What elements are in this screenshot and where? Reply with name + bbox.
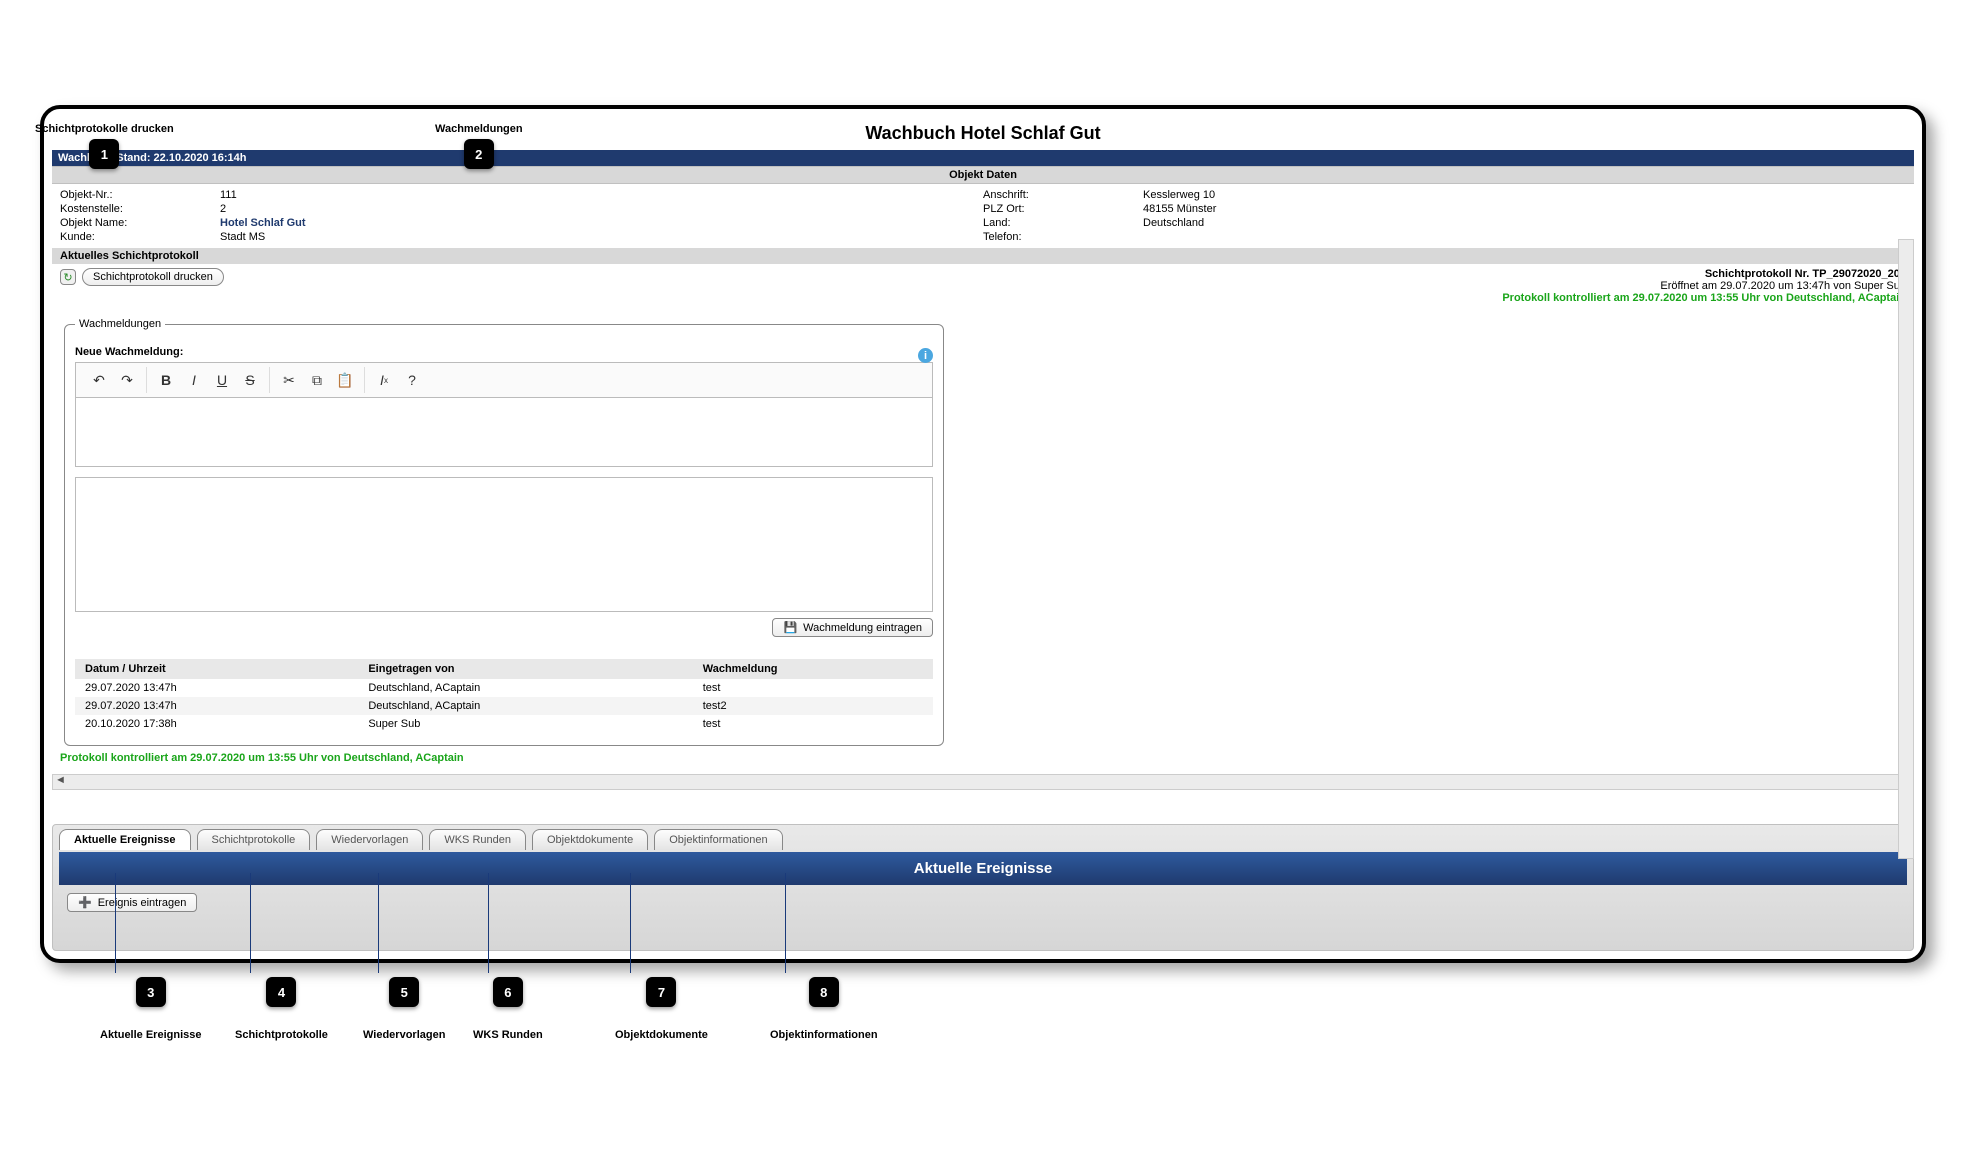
callout-5: 5 Wiedervorlagen (363, 973, 445, 1041)
col-user: Eingetragen von (358, 659, 692, 679)
callout-1: Schichtprotokolle drucken 1 (35, 123, 174, 169)
label-kunde: Kunde: (60, 230, 210, 244)
object-data: Objekt-Nr.: 111 Kostenstelle: 2 Objekt N… (52, 184, 1914, 248)
paste-icon[interactable]: 📋 (332, 367, 358, 393)
add-icon: ➕ (78, 896, 92, 909)
protocol-opened: Eröffnet am 29.07.2020 um 13:47h von Sup… (1502, 280, 1906, 292)
protocol-checked: Protokoll kontrolliert am 29.07.2020 um … (1502, 292, 1906, 304)
callout-line-5 (378, 873, 379, 973)
callout-6: 6 WKS Runden (473, 973, 543, 1041)
messages-table: Datum / Uhrzeit Eingetragen von Wachmeld… (75, 659, 933, 733)
tab-wiedervorlagen[interactable]: Wiedervorlagen (316, 829, 423, 850)
callout-8: 8 Objektinformationen (770, 973, 878, 1041)
value-plz-ort: 48155 Münster (1143, 202, 1906, 216)
tabs-wrap: Aktuelle Ereignisse Schichtprotokolle Wi… (52, 824, 1914, 951)
protocol-checked-note: Protokoll kontrolliert am 29.07.2020 um … (52, 746, 1914, 770)
rte-editor[interactable] (75, 397, 933, 467)
page-title: Wachbuch Hotel Schlaf Gut (52, 117, 1914, 150)
section-objekt-daten: Objekt Daten (52, 166, 1914, 184)
protocol-meta: Schichtprotokoll Nr. TP_29072020_205 Erö… (1502, 268, 1906, 304)
label-kostenstelle: Kostenstelle: (60, 202, 210, 216)
value-anschrift: Kesslerweg 10 (1143, 188, 1906, 202)
value-kunde: Stadt MS (220, 230, 983, 244)
submit-message-button[interactable]: 💾 Wachmeldung eintragen (772, 618, 933, 637)
callout-2: Wachmeldungen 2 (435, 123, 523, 169)
new-message-label: Neue Wachmeldung: (75, 346, 933, 358)
tab-objektinformationen[interactable]: Objektinformationen (654, 829, 782, 850)
add-event-label: Ereignis eintragen (98, 897, 187, 909)
refresh-icon[interactable]: ↻ (60, 269, 76, 285)
value-objekt-name-link[interactable]: Hotel Schlaf Gut (220, 216, 983, 230)
table-row: 29.07.2020 13:47h Deutschland, ACaptain … (75, 679, 933, 697)
table-row: 29.07.2020 13:47h Deutschland, ACaptain … (75, 697, 933, 715)
status-bar: Wachbuch Stand: 22.10.2020 16:14h (52, 150, 1914, 166)
events-banner: Aktuelle Ereignisse (59, 852, 1907, 885)
label-objekt-nr: Objekt-Nr.: (60, 188, 210, 202)
callout-line-6 (488, 873, 489, 973)
callout-line-4 (250, 873, 251, 973)
value-kostenstelle: 2 (220, 202, 983, 216)
info-icon[interactable]: i (918, 348, 933, 363)
wachmeldungen-panel: Wachmeldungen i Neue Wachmeldung: ↶ ↷ B … (64, 318, 944, 746)
callout-line-8 (785, 873, 786, 973)
value-land: Deutschland (1143, 216, 1906, 230)
col-msg: Wachmeldung (693, 659, 933, 679)
value-objekt-nr: 111 (220, 188, 983, 202)
strikethrough-icon[interactable]: S (237, 367, 263, 393)
wachmeldungen-legend: Wachmeldungen (75, 318, 165, 330)
help-icon[interactable]: ? (399, 367, 425, 393)
tab-schichtprotokolle[interactable]: Schichtprotokolle (197, 829, 311, 850)
value-telefon (1143, 230, 1906, 244)
save-icon: 💾 (783, 621, 797, 634)
tab-wks-runden[interactable]: WKS Runden (429, 829, 526, 850)
underline-icon[interactable]: U (209, 367, 235, 393)
callout-3: 3 Aktuelle Ereignisse (100, 973, 202, 1041)
tab-aktuelle-ereignisse[interactable]: Aktuelle Ereignisse (59, 829, 191, 850)
tab-objektdokumente[interactable]: Objektdokumente (532, 829, 648, 850)
label-objekt-name: Objekt Name: (60, 216, 210, 230)
print-protocol-label: Schichtprotokoll drucken (93, 271, 213, 283)
add-event-button[interactable]: ➕ Ereignis eintragen (67, 893, 197, 912)
label-anschrift: Anschrift: (983, 188, 1133, 202)
submit-message-label: Wachmeldung eintragen (803, 622, 922, 634)
section-aktuelles-schichtprotokoll: Aktuelles Schichtprotokoll (52, 248, 1914, 264)
col-date: Datum / Uhrzeit (75, 659, 358, 679)
table-row: 20.10.2020 17:38h Super Sub test (75, 715, 933, 733)
copy-icon[interactable]: ⧉ (304, 367, 330, 393)
undo-icon[interactable]: ↶ (86, 367, 112, 393)
label-plz-ort: PLZ Ort: (983, 202, 1133, 216)
cut-icon[interactable]: ✂ (276, 367, 302, 393)
callout-line-7 (630, 873, 631, 973)
print-protocol-button[interactable]: Schichtprotokoll drucken (82, 268, 224, 286)
rte-toolbar: ↶ ↷ B I U S ✂ ⧉ 📋 Ix ? (75, 362, 933, 397)
result-area[interactable] (75, 477, 933, 612)
clear-format-icon[interactable]: Ix (371, 367, 397, 393)
vertical-scrollbar[interactable] (1898, 239, 1914, 859)
bold-icon[interactable]: B (153, 367, 179, 393)
label-telefon: Telefon: (983, 230, 1133, 244)
redo-icon[interactable]: ↷ (114, 367, 140, 393)
app-window: Wachbuch Hotel Schlaf Gut Wachbuch Stand… (40, 105, 1926, 963)
callout-4: 4 Schichtprotokolle (235, 973, 328, 1041)
label-land: Land: (983, 216, 1133, 230)
protocol-nr: Schichtprotokoll Nr. TP_29072020_205 (1502, 268, 1906, 280)
horizontal-scrollbar[interactable] (52, 774, 1914, 790)
callout-7: 7 Objektdokumente (615, 973, 708, 1041)
italic-icon[interactable]: I (181, 367, 207, 393)
callout-line-3 (115, 873, 116, 973)
